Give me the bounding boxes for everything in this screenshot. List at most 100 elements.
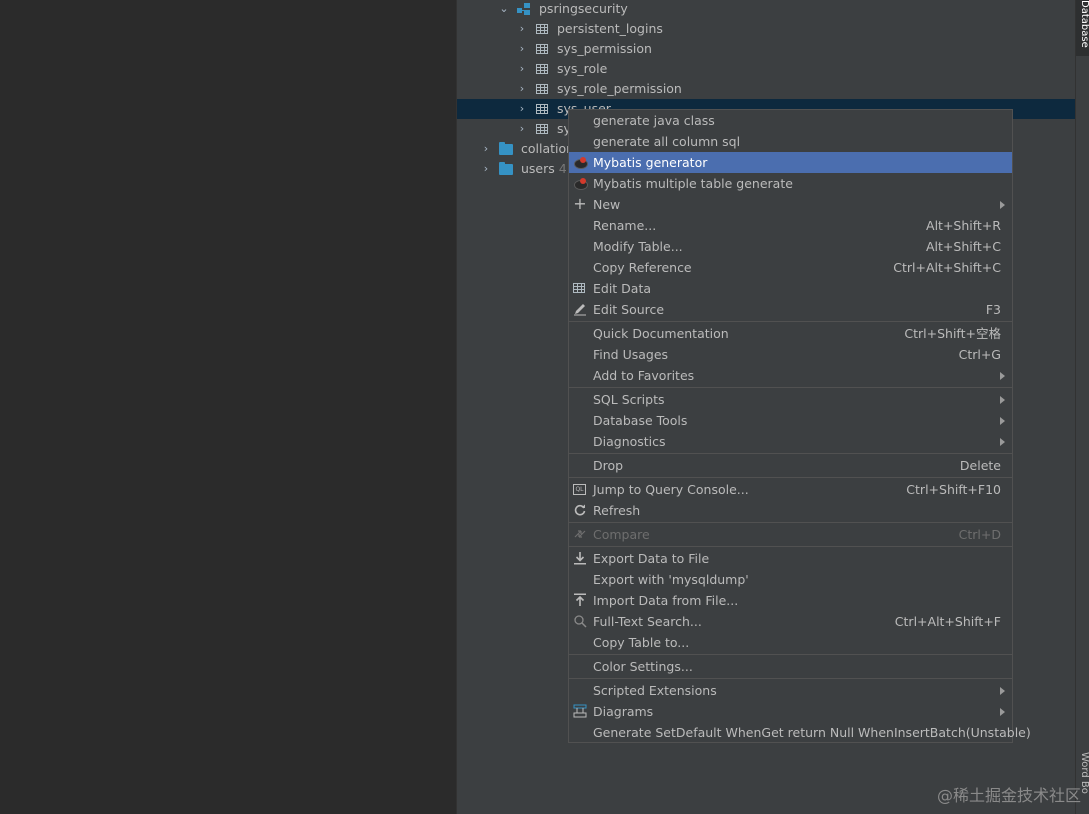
diagram-icon bbox=[573, 704, 587, 718]
shortcut-label: Alt+Shift+C bbox=[925, 239, 1001, 254]
table-icon bbox=[536, 104, 548, 114]
menu-item-refresh[interactable]: Refresh bbox=[569, 500, 1012, 521]
menu-separator bbox=[569, 522, 1012, 523]
tree-label-schema: psringsecurity bbox=[539, 1, 628, 16]
chevron-right-icon[interactable]: › bbox=[479, 139, 493, 159]
menu-item-database-tools[interactable]: Database Tools bbox=[569, 410, 1012, 431]
menu-separator bbox=[569, 321, 1012, 322]
chevron-right-icon[interactable]: › bbox=[515, 79, 529, 99]
menu-item-scripted-extensions[interactable]: Scripted Extensions bbox=[569, 680, 1012, 701]
menu-item-jump-to-query-console[interactable]: QL Jump to Query Console... Ctrl+Shift+F… bbox=[569, 479, 1012, 500]
menu-item-find-usages[interactable]: Find Usages Ctrl+G bbox=[569, 344, 1012, 365]
menu-item-quick-documentation[interactable]: Quick Documentation Ctrl+Shift+空格 bbox=[569, 323, 1012, 344]
tree-label-table: sys_role bbox=[557, 61, 608, 76]
tree-label-table: persistent_logins bbox=[557, 21, 663, 36]
schema-icon bbox=[517, 2, 531, 16]
table-icon bbox=[536, 44, 548, 54]
compare-icon bbox=[574, 530, 586, 538]
table-icon bbox=[536, 64, 548, 74]
submenu-arrow-icon bbox=[1000, 417, 1005, 425]
menu-item-copy-reference[interactable]: Copy Reference Ctrl+Alt+Shift+C bbox=[569, 257, 1012, 278]
menu-item-sql-scripts[interactable]: SQL Scripts bbox=[569, 389, 1012, 410]
plus-icon: + bbox=[573, 194, 587, 213]
table-icon bbox=[536, 84, 548, 94]
chevron-right-icon[interactable]: › bbox=[515, 119, 529, 139]
pencil-icon bbox=[574, 304, 586, 316]
menu-item-diagrams[interactable]: Diagrams bbox=[569, 701, 1012, 722]
editor-area bbox=[0, 0, 456, 814]
shortcut-label: Ctrl+G bbox=[958, 347, 1001, 362]
tree-row-table[interactable]: › sys_permission bbox=[515, 39, 1055, 59]
table-icon bbox=[536, 124, 548, 134]
menu-item-copy-table-to[interactable]: Copy Table to... bbox=[569, 632, 1012, 653]
submenu-arrow-icon bbox=[1000, 201, 1005, 209]
submenu-arrow-icon bbox=[1000, 687, 1005, 695]
submenu-arrow-icon bbox=[1000, 372, 1005, 380]
table-icon bbox=[536, 24, 548, 34]
database-tool-tab[interactable]: Database bbox=[1076, 0, 1089, 56]
chevron-down-icon[interactable]: ⌄ bbox=[497, 0, 511, 19]
menu-item-mybatis-generator[interactable]: Mybatis generator bbox=[569, 152, 1012, 173]
menu-item-mybatis-multiple-table[interactable]: Mybatis multiple table generate bbox=[569, 173, 1012, 194]
table-grid-icon bbox=[573, 283, 585, 293]
shortcut-label: Ctrl+Alt+Shift+F bbox=[894, 614, 1001, 629]
chevron-right-icon[interactable]: › bbox=[515, 19, 529, 39]
ql-console-icon: QL bbox=[573, 484, 586, 495]
menu-separator bbox=[569, 546, 1012, 547]
search-icon bbox=[574, 615, 587, 628]
menu-item-full-text-search[interactable]: Full-Text Search... Ctrl+Alt+Shift+F bbox=[569, 611, 1012, 632]
menu-item-generate-all-column-sql[interactable]: generate all column sql bbox=[569, 131, 1012, 152]
chevron-right-icon[interactable]: › bbox=[515, 99, 529, 119]
menu-item-drop[interactable]: Drop Delete bbox=[569, 455, 1012, 476]
tree-label-table: sys_role_permission bbox=[557, 81, 682, 96]
chevron-right-icon[interactable]: › bbox=[515, 59, 529, 79]
submenu-arrow-icon bbox=[1000, 396, 1005, 404]
menu-item-export-mysqldump[interactable]: Export with 'mysqldump' bbox=[569, 569, 1012, 590]
menu-item-color-settings[interactable]: Color Settings... bbox=[569, 656, 1012, 677]
shortcut-label: Ctrl+Shift+空格 bbox=[904, 326, 1001, 341]
right-tool-strip: Database Word Bo bbox=[1075, 0, 1089, 814]
folder-icon bbox=[499, 162, 513, 175]
menu-item-compare: Compare Ctrl+D bbox=[569, 524, 1012, 545]
menu-item-diagnostics[interactable]: Diagnostics bbox=[569, 431, 1012, 452]
tree-row-table[interactable]: › sys_role bbox=[515, 59, 1055, 79]
submenu-arrow-icon bbox=[1000, 708, 1005, 716]
mybatis-icon bbox=[573, 156, 588, 169]
chevron-right-icon[interactable]: › bbox=[515, 39, 529, 59]
watermark: @稀土掘金技术社区 bbox=[936, 786, 1081, 805]
shortcut-label: Ctrl+Alt+Shift+C bbox=[893, 260, 1001, 275]
item-count: 4 bbox=[558, 161, 567, 176]
menu-item-edit-data[interactable]: Edit Data bbox=[569, 278, 1012, 299]
tree-row-table[interactable]: › sys_role_permission bbox=[515, 79, 1055, 99]
menu-item-edit-source[interactable]: Edit Source F3 bbox=[569, 299, 1012, 320]
menu-item-generate-setdefault[interactable]: Generate SetDefault WhenGet return Null … bbox=[569, 722, 1031, 743]
mybatis-icon bbox=[573, 177, 588, 190]
shortcut-label: Ctrl+D bbox=[958, 527, 1001, 542]
shortcut-label: Alt+Shift+R bbox=[926, 218, 1001, 233]
chevron-right-icon[interactable]: › bbox=[479, 159, 493, 179]
tree-row-table[interactable]: › persistent_logins bbox=[515, 19, 1055, 39]
shortcut-label: Delete bbox=[959, 458, 1001, 473]
menu-separator bbox=[569, 387, 1012, 388]
menu-item-generate-java-class[interactable]: generate java class bbox=[569, 110, 1012, 131]
menu-separator bbox=[569, 453, 1012, 454]
menu-item-import-data-from-file[interactable]: Import Data from File... bbox=[569, 590, 1012, 611]
refresh-icon bbox=[574, 504, 586, 516]
download-icon bbox=[574, 552, 586, 565]
menu-item-new[interactable]: + New bbox=[569, 194, 1012, 215]
tree-label-folder: users 4 bbox=[521, 161, 567, 176]
context-menu: generate java class generate all column … bbox=[568, 109, 1031, 743]
tree-label-table: sys_permission bbox=[557, 41, 652, 56]
shortcut-label: Ctrl+Shift+F10 bbox=[906, 482, 1001, 497]
menu-separator bbox=[569, 477, 1012, 478]
tree-row-schema[interactable]: ⌄ psringsecurity bbox=[497, 0, 1057, 19]
shortcut-label: F3 bbox=[985, 302, 1001, 317]
menu-item-export-data-to-file[interactable]: Export Data to File bbox=[569, 548, 1012, 569]
menu-separator bbox=[569, 678, 1012, 679]
menu-item-modify-table[interactable]: Modify Table... Alt+Shift+C bbox=[569, 236, 1012, 257]
upload-icon bbox=[574, 593, 586, 606]
submenu-arrow-icon bbox=[1000, 438, 1005, 446]
menu-separator bbox=[569, 654, 1012, 655]
menu-item-rename[interactable]: Rename... Alt+Shift+R bbox=[569, 215, 1012, 236]
menu-item-add-to-favorites[interactable]: Add to Favorites bbox=[569, 365, 1012, 386]
